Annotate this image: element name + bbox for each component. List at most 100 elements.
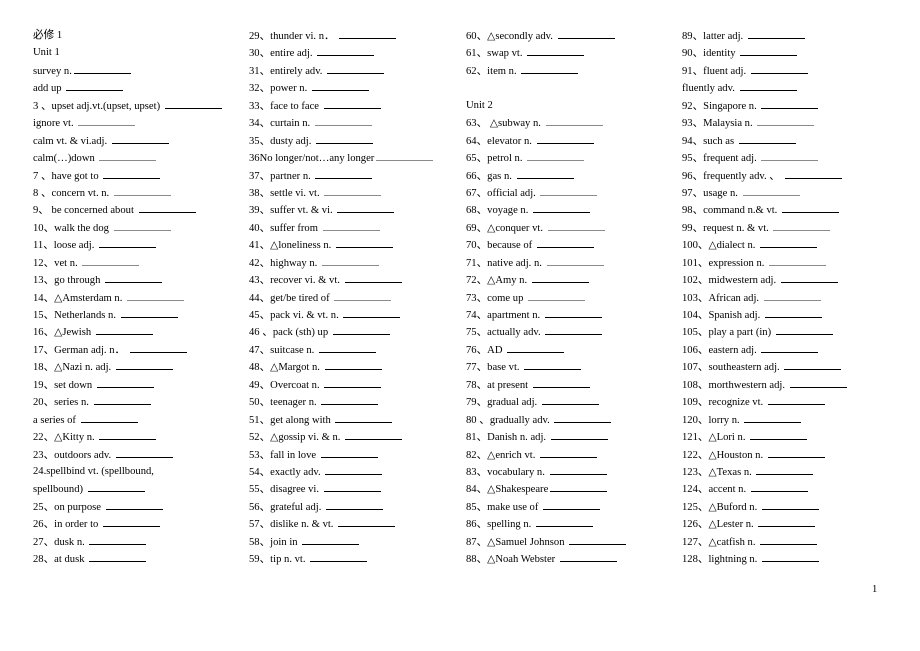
answer-blank[interactable]	[324, 376, 382, 388]
answer-blank[interactable]	[323, 97, 381, 109]
answer-blank[interactable]	[89, 533, 147, 545]
answer-blank[interactable]	[334, 289, 392, 301]
answer-blank[interactable]	[96, 376, 154, 388]
answer-blank[interactable]	[164, 97, 222, 109]
answer-blank[interactable]	[742, 184, 800, 196]
answer-blank[interactable]	[524, 358, 582, 371]
answer-blank[interactable]	[761, 498, 819, 510]
answer-blank[interactable]	[554, 411, 612, 423]
answer-blank[interactable]	[533, 201, 591, 214]
answer-blank[interactable]	[111, 132, 169, 144]
answer-blank[interactable]	[337, 201, 395, 214]
answer-blank[interactable]	[322, 219, 380, 231]
answer-blank[interactable]	[760, 533, 818, 545]
answer-blank[interactable]	[528, 289, 586, 301]
answer-blank[interactable]	[102, 515, 160, 528]
answer-blank[interactable]	[546, 254, 604, 266]
answer-blank[interactable]	[789, 376, 847, 388]
answer-blank[interactable]	[317, 44, 375, 57]
answer-blank[interactable]	[310, 550, 368, 563]
answer-blank[interactable]	[99, 428, 157, 441]
answer-blank[interactable]	[99, 236, 157, 249]
answer-blank[interactable]	[781, 201, 839, 214]
answer-blank[interactable]	[550, 428, 608, 441]
answer-blank[interactable]	[105, 498, 163, 510]
answer-blank[interactable]	[113, 184, 171, 196]
answer-blank[interactable]	[773, 219, 831, 231]
answer-blank[interactable]	[103, 167, 161, 179]
answer-blank[interactable]	[115, 358, 173, 371]
answer-blank[interactable]	[761, 341, 819, 353]
answer-blank[interactable]	[540, 184, 598, 196]
answer-blank[interactable]	[775, 323, 833, 336]
answer-blank[interactable]	[82, 254, 140, 266]
answer-blank[interactable]	[740, 44, 798, 57]
answer-blank[interactable]	[325, 463, 383, 475]
answer-blank[interactable]	[311, 79, 369, 92]
answer-blank[interactable]	[532, 376, 590, 388]
answer-blank[interactable]	[318, 341, 376, 353]
answer-blank[interactable]	[89, 550, 147, 563]
answer-blank[interactable]	[516, 167, 574, 179]
answer-blank[interactable]	[302, 533, 360, 545]
answer-blank[interactable]	[760, 236, 818, 249]
answer-blank[interactable]	[536, 132, 594, 144]
answer-blank[interactable]	[113, 219, 171, 231]
answer-blank[interactable]	[544, 306, 602, 318]
answer-blank[interactable]	[120, 306, 178, 318]
answer-blank[interactable]	[335, 236, 393, 249]
answer-blank[interactable]	[761, 97, 819, 109]
answer-blank[interactable]	[531, 271, 589, 284]
answer-blank[interactable]	[93, 393, 151, 406]
answer-blank[interactable]	[138, 201, 196, 214]
answer-blank[interactable]	[335, 411, 393, 423]
answer-blank[interactable]	[99, 149, 157, 162]
answer-blank[interactable]	[767, 446, 825, 458]
answer-blank[interactable]	[569, 533, 627, 545]
answer-blank[interactable]	[784, 167, 842, 179]
answer-blank[interactable]	[747, 27, 805, 39]
answer-blank[interactable]	[66, 79, 124, 92]
answer-blank[interactable]	[784, 358, 842, 371]
answer-blank[interactable]	[343, 306, 401, 318]
answer-blank[interactable]	[314, 114, 372, 127]
answer-blank[interactable]	[527, 44, 585, 57]
answer-blank[interactable]	[543, 498, 601, 510]
answer-blank[interactable]	[338, 515, 396, 528]
answer-blank[interactable]	[545, 323, 603, 336]
answer-blank[interactable]	[527, 149, 585, 162]
answer-blank[interactable]	[750, 428, 808, 441]
answer-blank[interactable]	[376, 149, 434, 162]
answer-blank[interactable]	[127, 289, 185, 301]
answer-blank[interactable]	[332, 323, 390, 336]
answer-blank[interactable]	[739, 79, 797, 92]
answer-blank[interactable]	[326, 498, 384, 510]
answer-blank[interactable]	[87, 480, 145, 493]
answer-blank[interactable]	[557, 27, 615, 39]
answer-blank[interactable]	[780, 271, 838, 284]
answer-blank[interactable]	[536, 236, 594, 249]
answer-blank[interactable]	[758, 515, 816, 528]
answer-blank[interactable]	[315, 167, 373, 179]
answer-blank[interactable]	[316, 132, 374, 144]
answer-blank[interactable]	[80, 411, 138, 423]
answer-blank[interactable]	[757, 114, 815, 127]
answer-blank[interactable]	[345, 428, 403, 441]
answer-blank[interactable]	[540, 446, 597, 458]
answer-blank[interactable]	[750, 480, 808, 493]
answer-blank[interactable]	[95, 323, 153, 336]
answer-blank[interactable]	[535, 515, 593, 528]
answer-blank[interactable]	[761, 550, 819, 563]
answer-blank[interactable]	[321, 254, 379, 266]
answer-blank[interactable]	[73, 62, 131, 74]
answer-blank[interactable]	[767, 393, 825, 406]
answer-blank[interactable]	[559, 550, 617, 563]
answer-blank[interactable]	[547, 219, 605, 231]
answer-blank[interactable]	[750, 62, 808, 74]
answer-blank[interactable]	[339, 27, 397, 39]
answer-blank[interactable]	[756, 463, 814, 475]
answer-blank[interactable]	[550, 480, 608, 493]
answer-blank[interactable]	[738, 132, 796, 144]
answer-blank[interactable]	[321, 393, 379, 406]
answer-blank[interactable]	[549, 463, 607, 475]
